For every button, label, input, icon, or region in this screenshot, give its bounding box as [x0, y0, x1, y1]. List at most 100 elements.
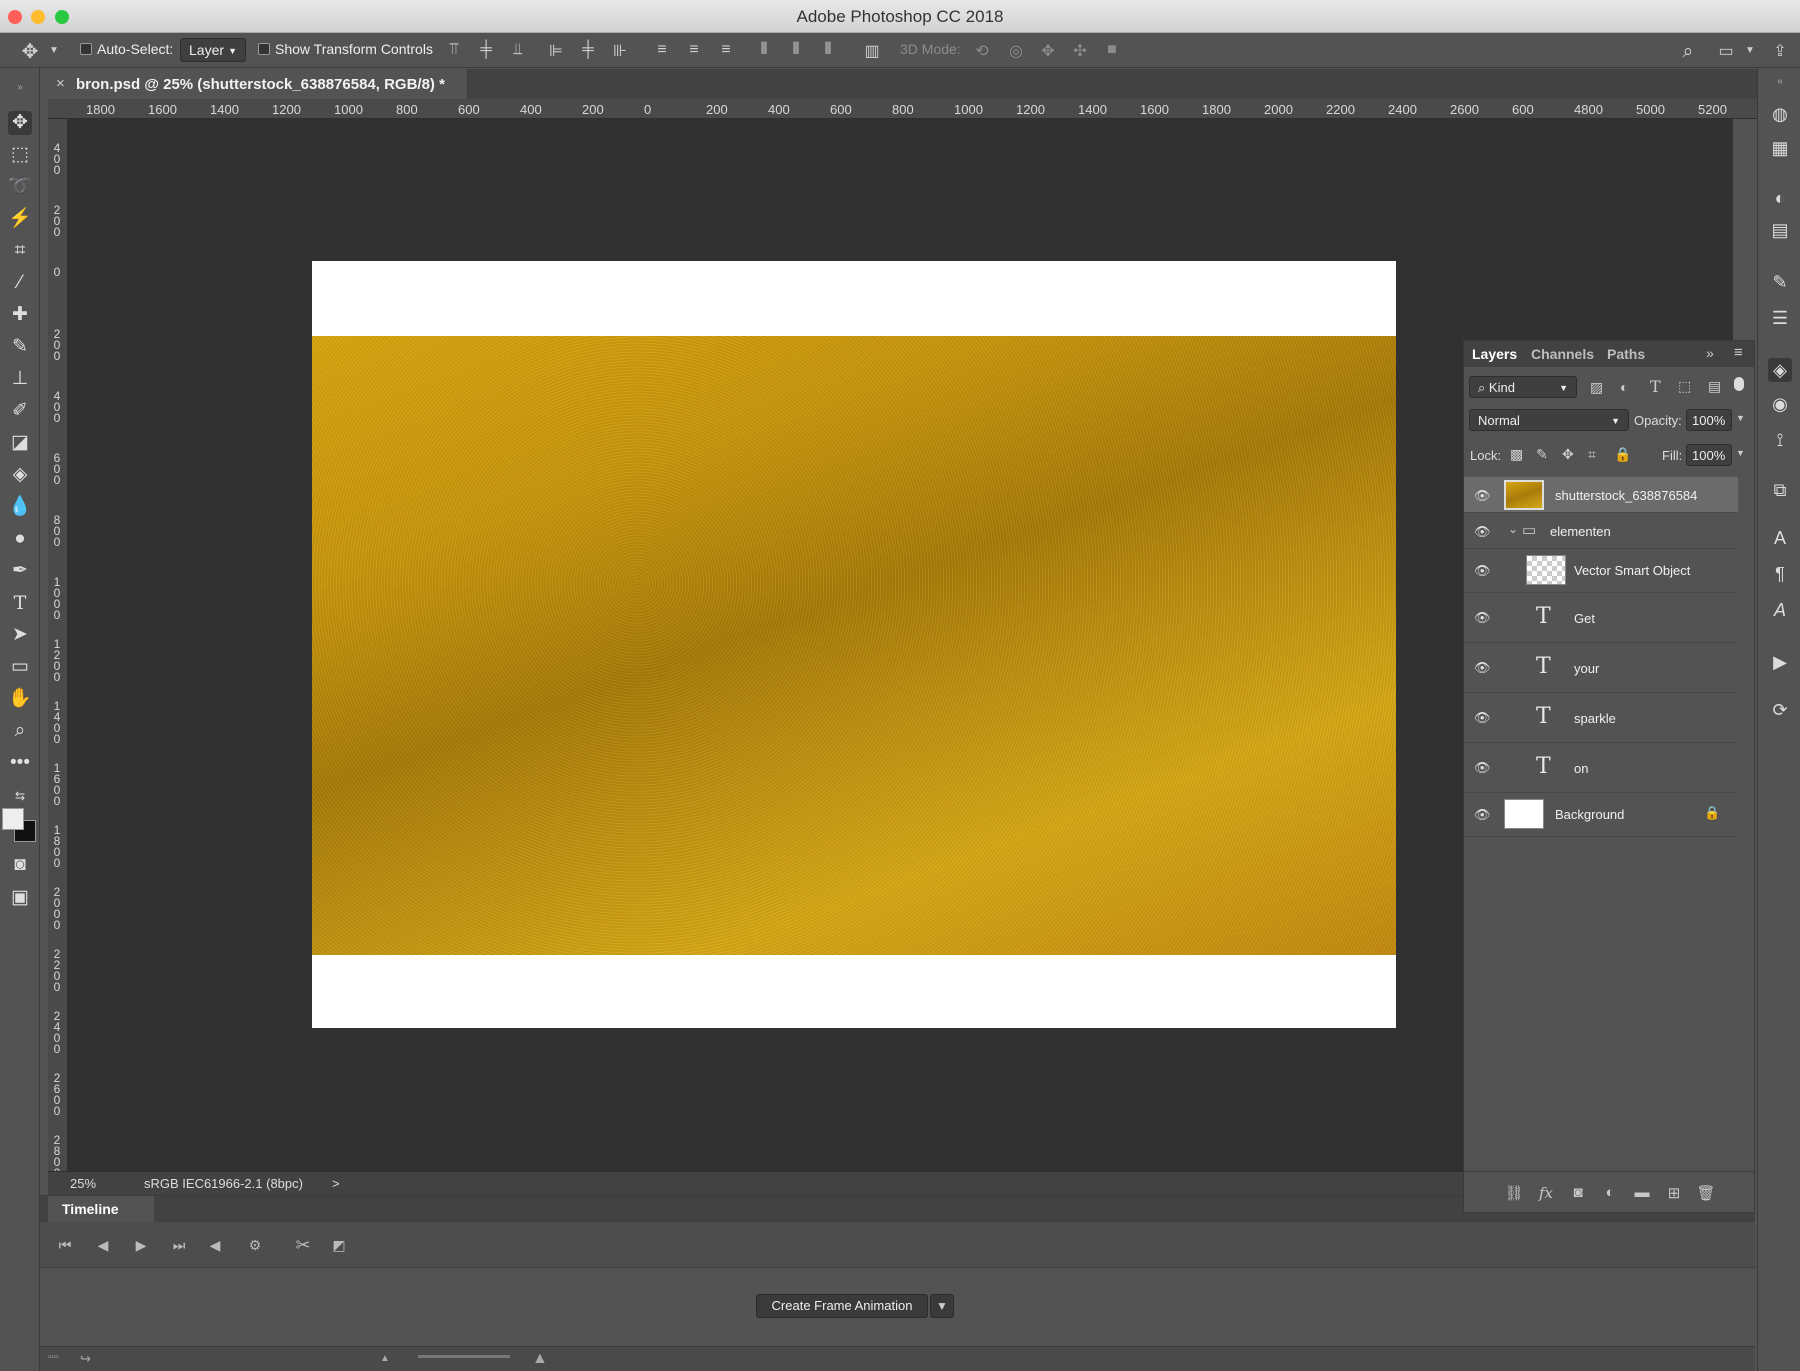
type-filter-icon[interactable]: T — [1650, 377, 1661, 396]
layer-row-text-get[interactable]: 👁 T Get — [1464, 593, 1738, 643]
align-bottom-icon[interactable]: ⫫ — [508, 41, 528, 59]
3d-roll-icon[interactable]: ◎ — [1006, 41, 1026, 60]
layer-row-vector-smart-object[interactable]: 👁 Vector Smart Object — [1464, 549, 1738, 593]
lock-pixels-icon[interactable]: ✎ — [1536, 446, 1548, 463]
settings-gear-icon[interactable]: ⚙ — [244, 1234, 266, 1256]
layer-row-text-on[interactable]: 👁 T on — [1464, 743, 1738, 793]
gold-glitter-layer-image[interactable] — [312, 336, 1396, 955]
blur-tool-icon[interactable]: 💧 — [8, 495, 32, 519]
distribute-vertical-center-icon[interactable]: ≡ — [684, 41, 704, 59]
new-layer-icon[interactable]: ⊞ — [1664, 1184, 1684, 1202]
convert-icon[interactable]: ↪ — [80, 1351, 91, 1367]
close-tab-icon[interactable]: × — [56, 75, 65, 92]
distribute-horizontal-center-icon[interactable]: ⦀ — [786, 41, 806, 59]
paths-panel-icon[interactable]: ⟟ — [1768, 428, 1792, 452]
layer-row-background[interactable]: 👁 Background 🔒 — [1464, 793, 1738, 837]
zoom-in-icon[interactable]: ▲ — [532, 1350, 548, 1368]
brush-settings-icon[interactable]: ✎ — [1768, 270, 1792, 294]
link-layers-icon[interactable]: ⛓ — [1504, 1184, 1524, 1202]
hand-tool-icon[interactable]: ✋ — [8, 687, 32, 711]
status-menu-arrow[interactable]: > — [332, 1176, 340, 1191]
auto-select-checkbox[interactable]: Auto-Select: — [80, 41, 173, 57]
path-selection-tool-icon[interactable]: ➤ — [8, 623, 32, 647]
brush-tool-icon[interactable]: ✎ — [8, 335, 32, 359]
grid-panel-icon[interactable]: ▦ — [1768, 136, 1792, 160]
distribute-right-icon[interactable]: ⦀ — [818, 41, 838, 59]
adjustments-icon[interactable]: ◐ — [1768, 186, 1792, 210]
frame-view-icon[interactable]: ▫▫▫ — [48, 1352, 59, 1363]
distribute-top-icon[interactable]: ≡ — [652, 41, 672, 59]
visibility-eye-icon[interactable]: 👁 — [1474, 610, 1491, 625]
chevron-down-icon[interactable]: ▼ — [930, 1294, 954, 1318]
auto-select-dropdown[interactable]: Layer ▼ — [180, 38, 246, 62]
collapse-dock-icon[interactable]: « — [1768, 70, 1792, 94]
layer-row-elementen[interactable]: 👁 ⌄ ▭ elementen — [1464, 513, 1738, 549]
visibility-eye-icon[interactable]: 👁 — [1474, 760, 1491, 775]
collapse-toolbar-icon[interactable]: » — [8, 76, 32, 100]
swap-colors-icon[interactable]: ⇆ — [8, 784, 32, 808]
lock-transparency-icon[interactable]: ▩ — [1510, 446, 1523, 463]
layer-row-text-your[interactable]: 👁 T your — [1464, 643, 1738, 693]
first-frame-icon[interactable]: ⏮ — [54, 1234, 76, 1256]
next-frame-icon[interactable]: ⏭ — [168, 1234, 190, 1256]
align-top-icon[interactable]: ⫪ — [444, 41, 464, 59]
horizontal-ruler[interactable]: 1800 1600 1400 1200 1000 800 600 400 200 0 200 400 6… — [48, 99, 1758, 119]
visibility-eye-icon[interactable]: 👁 — [1474, 660, 1491, 675]
blend-mode-dropdown[interactable]: Normal ▼ — [1469, 409, 1629, 431]
chevron-down-icon[interactable]: ▼ — [44, 45, 64, 63]
chevron-down-icon[interactable]: ▼ — [1736, 413, 1745, 423]
quick-mask-icon[interactable]: ◙ — [8, 853, 32, 877]
distribute-left-icon[interactable]: ⦀ — [754, 41, 774, 59]
channels-panel-icon[interactable]: ◉ — [1768, 392, 1792, 416]
visibility-eye-icon[interactable]: 👁 — [1474, 563, 1491, 578]
create-frame-animation-button[interactable]: Create Frame Animation — [756, 1294, 928, 1318]
3d-drag-icon[interactable]: ✥ — [1038, 41, 1058, 60]
align-left-icon[interactable]: ⊫ — [546, 41, 566, 60]
3d-orbit-icon[interactable]: ⟲ — [972, 41, 992, 60]
properties-icon[interactable]: ▤ — [1768, 218, 1792, 242]
auto-align-layers-icon[interactable]: ▥ — [862, 41, 882, 60]
tab-channels[interactable]: Channels — [1531, 346, 1594, 362]
layers-panel-icon[interactable]: ◈ — [1768, 358, 1792, 382]
move-tool-icon[interactable]: ✥ — [8, 111, 32, 135]
glyphs-panel-icon[interactable]: A — [1768, 598, 1792, 622]
align-horizontal-center-icon[interactable]: ╪ — [578, 41, 598, 59]
tab-layers[interactable]: Layers — [1472, 346, 1517, 362]
3d-panel-icon[interactable]: ◍ — [1768, 102, 1792, 126]
visibility-eye-icon[interactable]: 👁 — [1474, 488, 1491, 503]
lock-artboard-icon[interactable]: ⌗ — [1588, 446, 1596, 463]
add-mask-icon[interactable]: ◙ — [1568, 1184, 1588, 1201]
align-vertical-center-icon[interactable]: ╪ — [476, 41, 496, 59]
lock-position-icon[interactable]: ✥ — [1562, 446, 1574, 463]
show-transform-controls-checkbox[interactable]: Show Transform Controls — [258, 41, 433, 57]
zoom-level[interactable]: 25% — [70, 1176, 96, 1191]
pixel-filter-icon[interactable]: ▨ — [1590, 379, 1603, 396]
chevron-down-icon[interactable]: ⌄ — [1508, 522, 1518, 536]
zoom-slider[interactable] — [418, 1355, 510, 1358]
history-brush-tool-icon[interactable]: ✐ — [8, 399, 32, 423]
sliders-icon[interactable]: ☰ — [1768, 306, 1792, 330]
eraser-tool-icon[interactable]: ◪ — [8, 431, 32, 455]
align-right-icon[interactable]: ⊪ — [610, 41, 630, 60]
previous-frame-icon[interactable]: ◀ — [92, 1234, 114, 1256]
share-icon[interactable]: ⇪ — [1770, 41, 1790, 60]
type-tool-icon[interactable]: T — [8, 591, 32, 615]
eyedropper-tool-icon[interactable]: ⁄ — [8, 271, 32, 295]
actions-play-icon[interactable]: ▶ — [1768, 650, 1792, 674]
paint-bucket-tool-icon[interactable]: ◈ — [8, 463, 32, 487]
3d-scale-icon[interactable]: ■ — [1102, 41, 1122, 59]
lasso-tool-icon[interactable]: ➰ — [8, 175, 32, 199]
rectangle-tool-icon[interactable]: ▭ — [8, 655, 32, 679]
healing-brush-tool-icon[interactable]: ✚ — [8, 303, 32, 327]
chevron-down-icon[interactable]: ▼ — [1740, 45, 1760, 63]
split-scissors-icon[interactable]: ✂ — [292, 1234, 314, 1256]
adjustment-layer-icon[interactable]: ◐ — [1600, 1184, 1620, 1201]
zoom-out-icon[interactable]: ▲ — [380, 1353, 390, 1364]
libraries-icon[interactable]: ⧉ — [1768, 478, 1792, 502]
fill-input[interactable]: 100% — [1686, 444, 1732, 466]
tab-paths[interactable]: Paths — [1607, 346, 1645, 362]
distribute-bottom-icon[interactable]: ≡ — [716, 41, 736, 59]
timeline-tab[interactable]: Timeline — [48, 1196, 154, 1222]
layer-row-text-sparkle[interactable]: 👁 T sparkle — [1464, 693, 1738, 743]
filter-toggle[interactable] — [1734, 377, 1744, 391]
